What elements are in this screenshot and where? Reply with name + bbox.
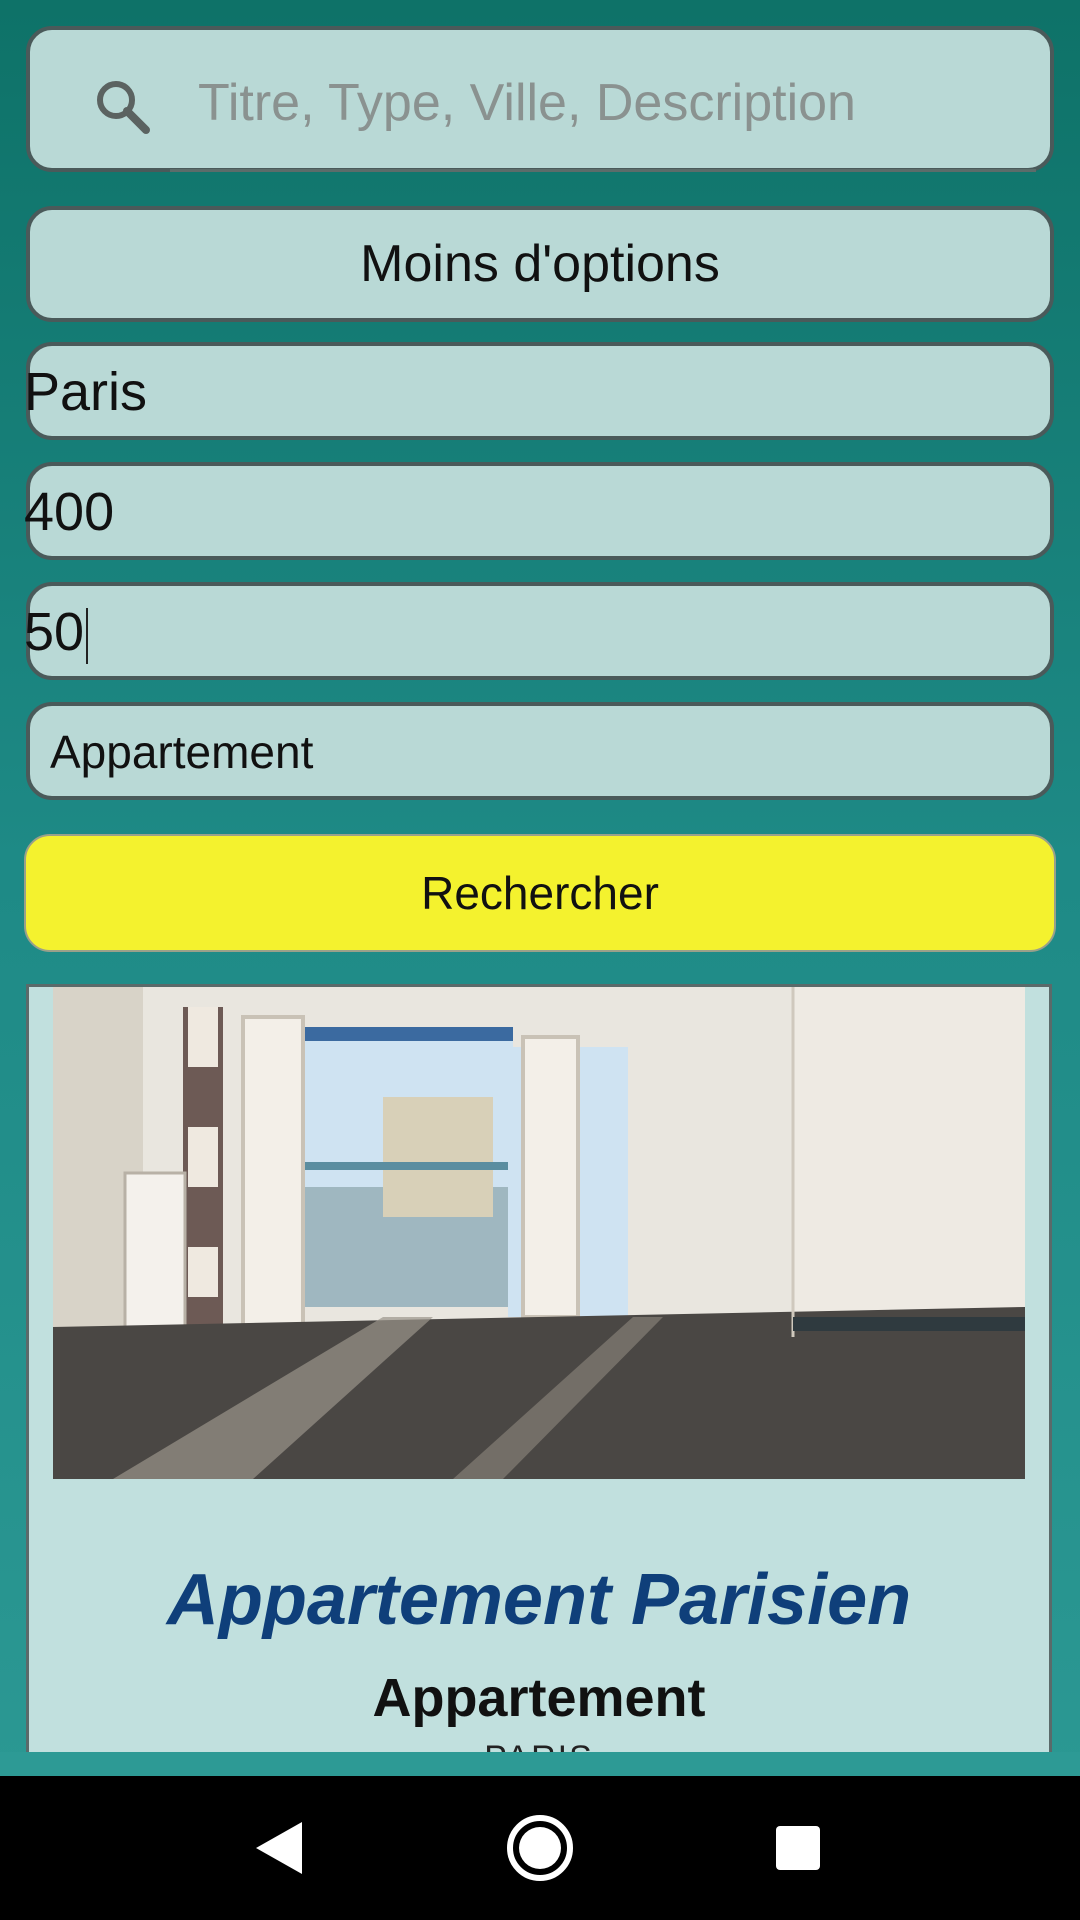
recents-square-icon[interactable] xyxy=(776,1826,820,1870)
app-screen: Titre, Type, Ville, Description Moins d'… xyxy=(0,0,1080,1776)
search-icon xyxy=(97,81,150,134)
property-type-select[interactable]: Appartement xyxy=(26,702,1054,800)
city-value: Paris xyxy=(24,362,148,422)
search-button[interactable]: Rechercher xyxy=(24,834,1056,952)
city-field[interactable]: Paris xyxy=(24,342,1054,440)
listing-title: Appartement Parisien xyxy=(166,1560,912,1640)
home-circle-icon[interactable] xyxy=(506,1814,574,1882)
search-underline xyxy=(170,169,1036,172)
listing-type: Appartement xyxy=(372,1668,706,1728)
search-button-label: Rechercher xyxy=(421,867,659,919)
price-value: 400 xyxy=(24,482,115,542)
price-field[interactable]: 400 xyxy=(24,462,1054,560)
fewer-options-button[interactable]: Moins d'options xyxy=(26,206,1054,322)
listing-card[interactable]: Appartement Parisien Appartement PARIS xyxy=(26,984,1052,1754)
fewer-options-label: Moins d'options xyxy=(360,235,720,293)
search-bar[interactable]: Titre, Type, Ville, Description xyxy=(26,26,1054,172)
surface-value-wrap: 50 xyxy=(24,586,89,678)
surface-field[interactable]: 50 xyxy=(24,582,1054,680)
back-triangle-icon[interactable] xyxy=(254,1820,304,1876)
content-bottom-edge xyxy=(0,1752,1080,1776)
search-input[interactable]: Titre, Type, Ville, Description xyxy=(198,68,856,138)
text-cursor xyxy=(86,607,89,664)
listing-photo xyxy=(53,987,1025,1479)
property-type-value: Appartement xyxy=(50,726,314,778)
surface-value: 50 xyxy=(24,602,85,662)
